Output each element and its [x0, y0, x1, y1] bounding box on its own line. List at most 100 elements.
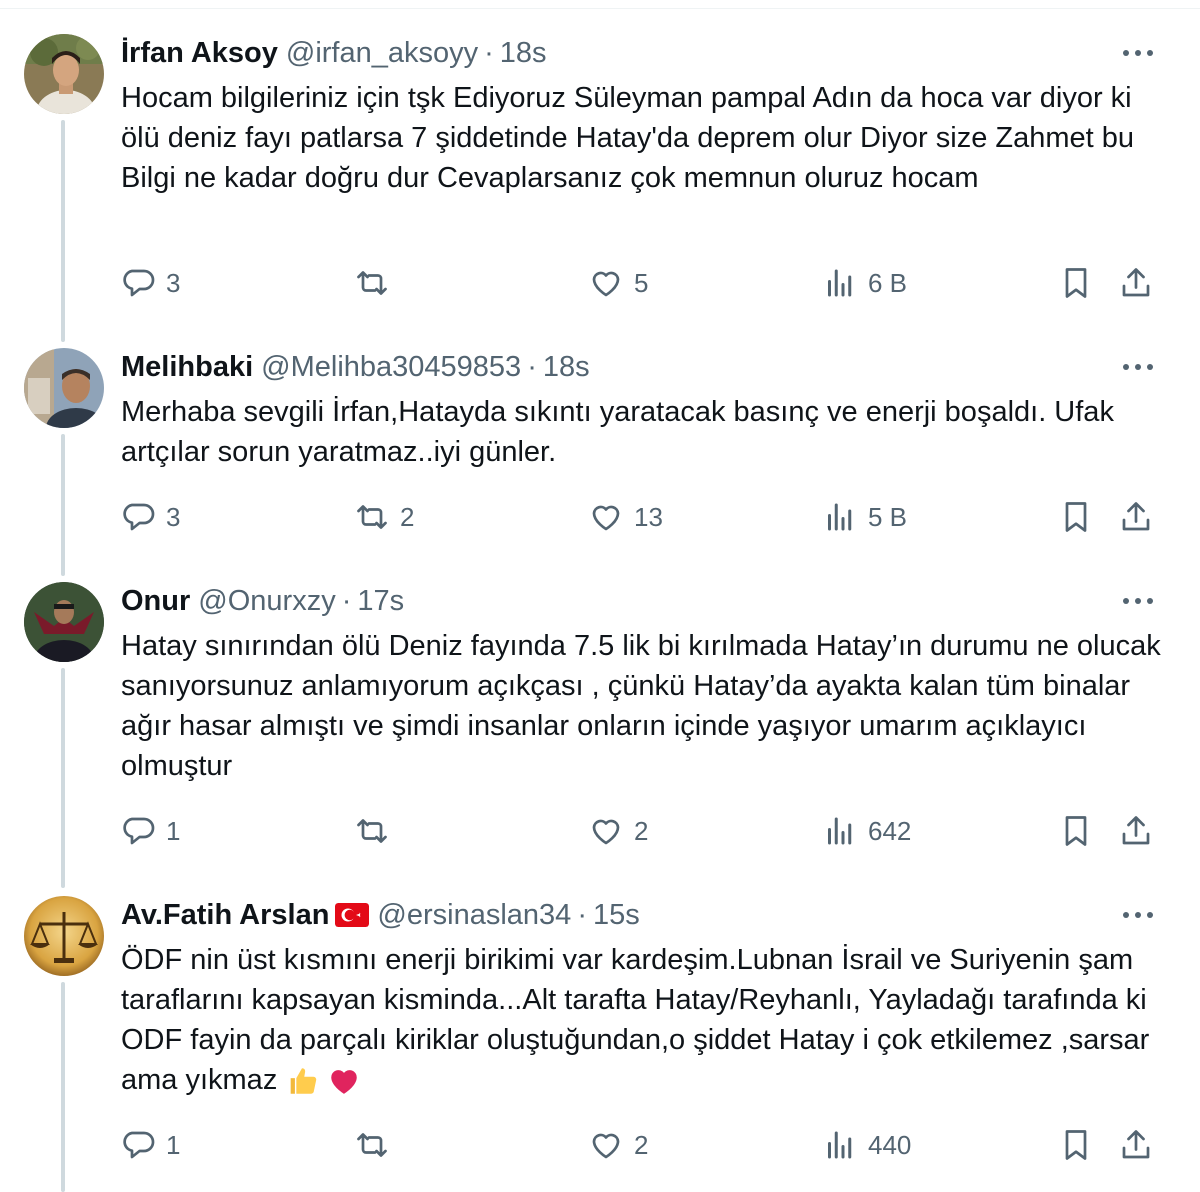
reply-count: 3 — [166, 501, 181, 532]
retweet-button[interactable]: 2 — [354, 497, 414, 537]
more-button[interactable] — [1118, 900, 1158, 930]
turkey-flag — [335, 903, 370, 927]
like-button[interactable]: 5 — [588, 263, 648, 303]
reply-button[interactable]: 3 — [120, 497, 180, 537]
views-count: 5 B — [868, 501, 908, 532]
reply-icon — [123, 817, 155, 845]
views-icon — [828, 269, 852, 297]
views-button[interactable]: 642 — [822, 811, 911, 851]
retweet-icon — [357, 819, 387, 843]
user-handle[interactable]: @Melihba30459853 — [261, 351, 521, 384]
avatar[interactable] — [24, 896, 104, 976]
like-count: 2 — [634, 815, 649, 846]
avatar[interactable] — [24, 34, 104, 114]
display-name[interactable]: İrfan Aksoy — [121, 37, 278, 70]
share-icon — [1122, 1130, 1150, 1159]
reply-button[interactable]: 1 — [120, 1125, 180, 1165]
more-icon — [1123, 364, 1153, 370]
user-handle[interactable]: @Onurxzy — [198, 585, 335, 618]
reply-count: 3 — [166, 267, 181, 298]
share-icon — [1122, 502, 1150, 531]
like-count: 2 — [634, 1129, 649, 1160]
tweet-header: Av.Fatih Arslan @ersinaslan34 · 15s — [121, 896, 640, 934]
views-icon — [828, 503, 852, 531]
tweet-header: Onur @Onurxzy · 17s — [121, 582, 404, 620]
display-name[interactable]: Onur — [121, 585, 190, 618]
views-count: 6 B — [868, 267, 908, 298]
retweet-icon — [357, 1133, 387, 1157]
retweet-icon — [357, 271, 387, 295]
more-button[interactable] — [1118, 586, 1158, 616]
separator-dot: · — [527, 350, 537, 383]
like-icon — [592, 505, 620, 531]
action-bar: 3 5 6 B — [0, 263, 1200, 303]
bookmark-icon — [1065, 502, 1087, 532]
views-count: 642 — [868, 815, 912, 846]
tweet-header: İrfan Aksoy @irfan_aksoyy · 18s — [121, 34, 547, 72]
avatar[interactable] — [24, 582, 104, 662]
reply-count: 1 — [166, 1129, 181, 1160]
timestamp[interactable]: 17s — [357, 585, 404, 618]
bookmark-icon — [1065, 268, 1087, 298]
timestamp[interactable]: 18s — [500, 37, 547, 70]
share-icon — [1122, 816, 1150, 845]
tweet-text: Merhaba sevgili İrfan,Hatayda sıkıntı ya… — [121, 396, 1114, 468]
tweet-text: Hatay sınırından ölü Deniz fayında 7.5 l… — [121, 630, 1161, 782]
avatar[interactable] — [24, 348, 104, 428]
user-handle[interactable]: @ersinaslan34 — [377, 899, 571, 932]
views-icon — [828, 1131, 852, 1159]
reply-button[interactable]: 1 — [120, 811, 180, 851]
share-button[interactable] — [1118, 263, 1154, 303]
like-button[interactable]: 2 — [588, 1125, 648, 1165]
views-button[interactable]: 440 — [822, 1125, 911, 1165]
heart-emoji — [331, 1070, 358, 1095]
like-icon — [592, 271, 620, 297]
bookmark-button[interactable] — [1058, 1125, 1094, 1165]
retweet-icon — [357, 505, 387, 529]
tweet-text-block: ÖDF nin üst kısmını enerji birikimi var … — [121, 940, 1171, 1100]
retweet-button[interactable] — [354, 1125, 400, 1165]
separator-dot: · — [341, 584, 352, 617]
reply-icon — [123, 503, 155, 531]
user-handle[interactable]: @irfan_aksoyy — [286, 37, 478, 70]
like-count: 13 — [634, 501, 663, 532]
like-button[interactable]: 2 — [588, 811, 648, 851]
tweet[interactable]: Onur @Onurxzy · 17s Hatay sınırından ölü… — [0, 548, 1200, 878]
tweet-header: Melihbaki @Melihba30459853 · 18s — [121, 348, 590, 386]
reply-count: 1 — [166, 815, 181, 846]
tweet[interactable]: İrfan Aksoy @irfan_aksoyy · 18s Hocam bi… — [0, 0, 1200, 330]
like-button[interactable]: 13 — [588, 497, 663, 537]
views-button[interactable]: 5 B — [822, 497, 907, 537]
retweet-button[interactable] — [354, 263, 400, 303]
display-name[interactable]: Av.Fatih Arslan — [121, 899, 329, 932]
timestamp[interactable]: 18s — [543, 351, 590, 384]
bookmark-button[interactable] — [1058, 263, 1094, 303]
like-count: 5 — [634, 267, 649, 298]
more-icon — [1123, 598, 1153, 604]
bookmark-button[interactable] — [1058, 497, 1094, 537]
tweet[interactable]: Melihbaki @Melihba30459853 · 18s Merhaba… — [0, 314, 1200, 564]
more-button[interactable] — [1118, 352, 1158, 382]
share-button[interactable] — [1118, 1125, 1154, 1165]
like-icon — [592, 819, 620, 845]
retweet-button[interactable] — [354, 811, 400, 851]
more-icon — [1123, 912, 1153, 918]
views-icon — [828, 817, 852, 845]
action-bar: 3 2 13 5 B — [0, 497, 1200, 537]
views-button[interactable]: 6 B — [822, 263, 907, 303]
reply-button[interactable]: 3 — [120, 263, 180, 303]
more-button[interactable] — [1118, 38, 1158, 68]
share-icon — [1122, 268, 1150, 297]
display-name[interactable]: Melihbaki — [121, 351, 253, 384]
tweet-text: Hocam bilgileriniz için tşk Ediyoruz Sül… — [121, 82, 1135, 194]
reply-icon — [123, 269, 155, 297]
tweet[interactable]: Av.Fatih Arslan @ersinaslan34 · 15s ÖDF … — [0, 862, 1200, 1192]
share-button[interactable] — [1118, 811, 1154, 851]
timestamp[interactable]: 15s — [593, 899, 640, 932]
action-bar: 1 2 440 — [0, 1125, 1200, 1165]
action-bar: 1 2 642 — [0, 811, 1200, 851]
bookmark-button[interactable] — [1058, 811, 1094, 851]
share-button[interactable] — [1118, 497, 1154, 537]
separator-dot: · — [484, 36, 494, 69]
reply-icon — [123, 1131, 155, 1159]
